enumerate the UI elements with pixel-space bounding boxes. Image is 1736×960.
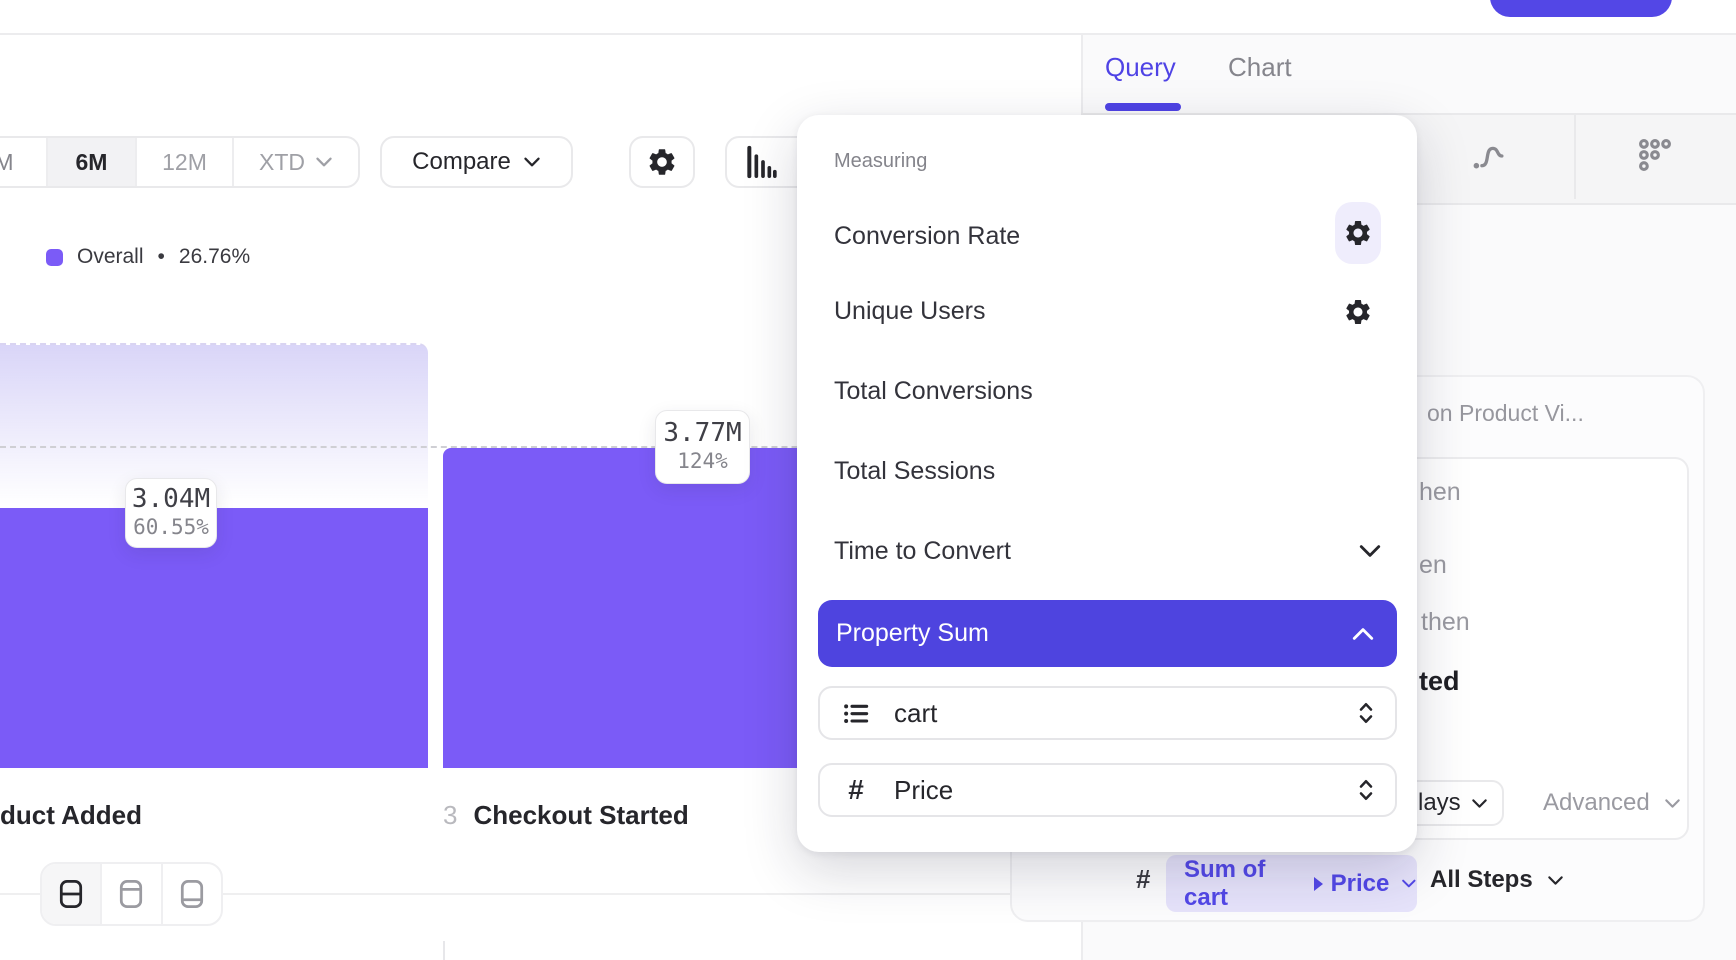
price-property-value: Price bbox=[894, 775, 1335, 806]
bar-value-tooltip: 3.77M 124% bbox=[655, 410, 750, 484]
step-row-fragment: hen bbox=[1419, 478, 1461, 507]
all-steps-dropdown[interactable]: All Steps bbox=[1430, 866, 1564, 894]
rows-layout-icon bbox=[57, 878, 85, 910]
compare-button[interactable]: Compare bbox=[380, 136, 573, 188]
range-m-button[interactable]: M bbox=[0, 138, 48, 186]
dots-pyramid-icon bbox=[1636, 136, 1674, 174]
menu-item-total-conversions[interactable]: Total Conversions bbox=[834, 377, 1033, 406]
number-property-icon: # bbox=[840, 774, 872, 806]
trend-curve-button[interactable] bbox=[1470, 138, 1506, 179]
layout-top-button[interactable] bbox=[102, 864, 162, 924]
advanced-label: Advanced bbox=[1543, 789, 1650, 817]
layout-bottom-button[interactable] bbox=[163, 864, 221, 924]
all-steps-label: All Steps bbox=[1430, 866, 1533, 894]
step-number: 3 bbox=[443, 800, 457, 831]
primary-action-button[interactable] bbox=[1490, 0, 1672, 17]
compare-label: Compare bbox=[412, 148, 511, 176]
step-row-fragment: ted bbox=[1419, 666, 1460, 697]
bar-percent: 124% bbox=[677, 449, 728, 474]
property-sum-label: Property Sum bbox=[836, 619, 989, 648]
chevron-down-icon bbox=[1547, 875, 1564, 886]
range-xtd-button[interactable]: XTD bbox=[234, 138, 358, 186]
bar-value: 3.77M bbox=[663, 419, 741, 449]
gear-icon bbox=[1343, 297, 1373, 327]
menu-item-total-sessions[interactable]: Total Sessions bbox=[834, 457, 995, 486]
bottom-panel-layout-icon bbox=[178, 878, 206, 910]
step-label-text: duct Added bbox=[0, 800, 142, 831]
unfold-more-icon bbox=[1357, 777, 1375, 803]
bar-percent: 60.55% bbox=[133, 515, 209, 540]
property-select-cart[interactable]: cart bbox=[818, 686, 1397, 740]
chevron-down-icon bbox=[523, 156, 541, 168]
step-label-product-added: duct Added bbox=[0, 800, 142, 831]
chevron-down-icon bbox=[315, 156, 333, 168]
breadcrumb-arrow-icon bbox=[1314, 877, 1323, 891]
gear-icon bbox=[646, 146, 678, 178]
layout-rows-button[interactable] bbox=[42, 864, 102, 924]
gear-icon bbox=[1343, 218, 1373, 248]
sum-pill-right: Price bbox=[1331, 870, 1390, 898]
trend-curve-icon bbox=[1470, 138, 1506, 174]
conversion-rate-settings-button[interactable] bbox=[1335, 202, 1381, 264]
step-label-text: Checkout Started bbox=[473, 800, 688, 831]
sum-pill-left: Sum of cart bbox=[1184, 856, 1306, 912]
unfold-more-icon bbox=[1357, 700, 1375, 726]
toolbar-divider bbox=[1574, 115, 1576, 199]
range-xtd-label: XTD bbox=[259, 149, 305, 176]
top-panel-layout-icon bbox=[117, 878, 145, 910]
legend-series-label: Overall bbox=[77, 245, 144, 269]
time-range-segmented-control: M 6M 12M XTD bbox=[0, 136, 360, 188]
tab-chart[interactable]: Chart bbox=[1228, 52, 1292, 83]
chevron-down-icon bbox=[1471, 798, 1488, 809]
active-tab-underline bbox=[1105, 103, 1181, 111]
menu-item-conversion-rate[interactable]: Conversion Rate bbox=[834, 222, 1020, 251]
chart-settings-button[interactable] bbox=[629, 136, 695, 188]
menu-item-property-sum-selected[interactable]: Property Sum bbox=[818, 600, 1397, 667]
bar-chart-icon bbox=[741, 142, 781, 182]
bar-value-tooltip: 3.04M 60.55% bbox=[125, 478, 217, 548]
cart-property-value: cart bbox=[894, 698, 1335, 729]
funnel-analysis-app: 3.04M 60.55% 3.77M 124% duct Added 3 Che… bbox=[0, 0, 1736, 960]
conversion-window-label: lays bbox=[1418, 789, 1461, 817]
chevron-down-icon bbox=[1664, 798, 1681, 809]
measuring-popup-title: Measuring bbox=[834, 150, 927, 173]
card-title: on Product Vi... bbox=[1427, 400, 1584, 427]
menu-item-time-to-convert[interactable]: Time to Convert bbox=[834, 537, 1011, 566]
legend-overall-rate: 26.76% bbox=[179, 245, 250, 269]
property-select-price[interactable]: # Price bbox=[818, 763, 1397, 817]
step-row-fragment: en bbox=[1419, 551, 1447, 580]
top-bar bbox=[0, 0, 1736, 35]
legend-color-swatch bbox=[46, 249, 63, 266]
chevron-down-icon bbox=[1401, 878, 1417, 889]
chevron-down-icon bbox=[1358, 543, 1382, 564]
range-6m-button[interactable]: 6M bbox=[48, 138, 137, 186]
grid-tick bbox=[443, 941, 445, 960]
list-property-icon bbox=[840, 697, 872, 729]
apps-dots-button[interactable] bbox=[1636, 136, 1674, 179]
funnel-bar-product-added[interactable] bbox=[0, 508, 428, 768]
sum-of-cart-price-pill[interactable]: Sum of cart Price bbox=[1166, 855, 1417, 912]
funnel-bar-checkout-started[interactable] bbox=[443, 448, 813, 768]
unique-users-settings-button[interactable] bbox=[1343, 297, 1373, 332]
numeric-property-symbol: # bbox=[1136, 864, 1150, 895]
chevron-up-icon bbox=[1351, 626, 1375, 642]
advanced-button[interactable]: Advanced bbox=[1543, 789, 1681, 817]
tab-query[interactable]: Query bbox=[1105, 52, 1176, 83]
step-label-checkout-started: 3 Checkout Started bbox=[443, 800, 689, 831]
legend: Overall • 26.76% bbox=[46, 245, 250, 269]
legend-separator: • bbox=[158, 245, 165, 269]
range-12m-button[interactable]: 12M bbox=[137, 138, 234, 186]
step-row-fragment: then bbox=[1421, 608, 1470, 637]
menu-item-unique-users[interactable]: Unique Users bbox=[834, 297, 985, 326]
breakdown-layout-toggle bbox=[40, 862, 223, 926]
bar-value: 3.04M bbox=[132, 485, 210, 515]
